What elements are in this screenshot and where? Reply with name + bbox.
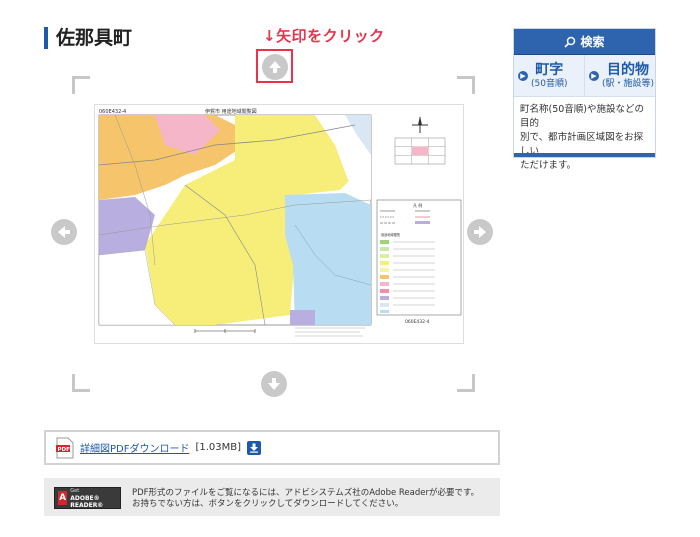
adobe-badge-line1: Get	[70, 487, 80, 494]
search-by-town-button[interactable]: ▶ 町字 (50音順)	[514, 55, 584, 96]
adobe-reader-notice: A Get ADOBE® READER® PDF形式のファイルをご覧になるには、…	[44, 478, 500, 516]
pdf-file-size: [1.03MB]	[195, 442, 242, 453]
map-legend: 凡 例 用途地域種別	[376, 199, 462, 316]
pdf-download-link[interactable]: 詳細図PDFダウンロード	[80, 440, 189, 455]
map-legend-subtitle: 用途地域種別	[381, 232, 400, 237]
arrow-down-icon	[268, 378, 280, 390]
download-icon[interactable]	[247, 440, 262, 455]
map-nav-left-button[interactable]	[51, 219, 77, 245]
adobe-reader-text: PDF形式のファイルをご覧になるには、アドビシステムズ社のAdobe Reade…	[132, 488, 479, 510]
adobe-logo-icon: A	[58, 491, 68, 505]
map-sheet-code-top: 060E432-4	[99, 109, 126, 115]
search-landmark-sublabel: (駅・施設等)	[602, 78, 655, 89]
adobe-badge-line2: ADOBE® READER®	[70, 494, 104, 509]
search-description: 町名称(50音順)や施設などの目的 別で、都市計画区域図をお探しい ただけます。	[514, 97, 655, 179]
search-town-sublabel: (50音順)	[531, 78, 568, 89]
map-nav-down-button[interactable]	[261, 371, 287, 397]
map-notes	[295, 327, 365, 337]
search-description-line: 町名称(50音順)や施設などの目的	[520, 104, 645, 129]
search-header: 検索	[514, 29, 655, 55]
search-town-label: 町字	[535, 61, 564, 78]
search-landmark-label: 目的物	[607, 61, 650, 78]
corner-bracket-top-right	[457, 76, 475, 94]
map-index-grid	[394, 137, 446, 165]
chevron-right-icon: ▶	[589, 70, 599, 81]
arrow-right-icon	[474, 226, 486, 238]
map-nav-up-button[interactable]	[262, 54, 288, 80]
arrow-left-icon	[58, 226, 70, 238]
chevron-right-icon: ▶	[518, 70, 528, 81]
page-title: 佐那具町	[44, 27, 132, 49]
adobe-text-line: PDF形式のファイルをご覧になるには、アドビシステムズ社のAdobe Reade…	[132, 488, 480, 498]
search-panel-footer	[514, 153, 655, 157]
adobe-text-line: お持ちでない方は、ボタンをクリックしてダウンロードしてください。	[132, 499, 404, 509]
map-nav-right-button[interactable]	[467, 219, 493, 245]
annotation-text: ↓矢印をクリック	[263, 27, 385, 45]
pdf-file-icon: PDF	[56, 437, 74, 459]
map-scale-bar	[194, 329, 256, 333]
map-legend-title: 凡 例	[413, 202, 422, 208]
search-panel: 検索 ▶ 町字 (50音順) ▶ 目的物 (駅・施設等) 町名称(50音順)や施…	[513, 28, 656, 171]
search-by-landmark-button[interactable]: ▶ 目的物 (駅・施設等)	[584, 55, 655, 96]
compass-icon	[412, 116, 428, 133]
search-header-label: 検索	[580, 35, 605, 49]
pdf-download-bar: PDF 詳細図PDFダウンロード [1.03MB]	[44, 430, 500, 465]
corner-bracket-bottom-left	[72, 374, 90, 392]
svg-text:PDF: PDF	[58, 447, 71, 453]
get-adobe-reader-button[interactable]: A Get ADOBE® READER®	[54, 487, 121, 509]
arrow-up-icon	[269, 61, 281, 73]
corner-bracket-bottom-right	[457, 374, 475, 392]
zoning-map-drawing: 060E432-4 伊賀市 用途地域閲覧図 凡 例 用途地域種別 060E432…	[98, 108, 462, 337]
corner-bracket-top-left	[72, 76, 90, 94]
map-sheet-code-bottom: 060E432-4	[405, 319, 430, 325]
map-sheet-title: 伊賀市 用途地域閲覧図	[205, 108, 257, 115]
search-icon	[564, 36, 576, 48]
search-description-line: ただけます。	[520, 160, 577, 171]
zoning-map[interactable]: 060E432-4 伊賀市 用途地域閲覧図 凡 例 用途地域種別 060E432…	[94, 104, 464, 344]
